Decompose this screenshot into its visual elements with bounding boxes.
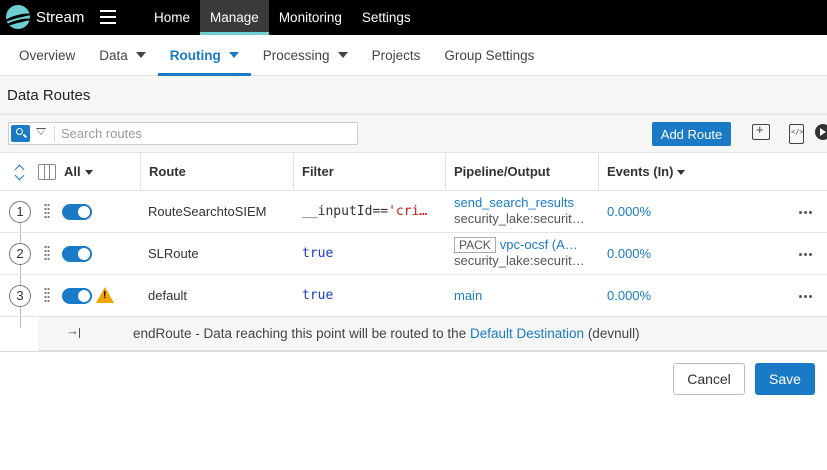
more-options-icon[interactable] bbox=[797, 203, 815, 221]
route-number: 1 bbox=[9, 201, 31, 223]
code-icon[interactable] bbox=[789, 124, 804, 144]
tab-label: Projects bbox=[371, 47, 421, 63]
caret-down-icon bbox=[337, 52, 348, 58]
save-button[interactable]: Save bbox=[755, 363, 815, 395]
output-name: security_lake:securit… bbox=[454, 211, 585, 226]
route-name: SLRoute bbox=[148, 246, 199, 261]
nav-manage[interactable]: Manage bbox=[200, 0, 269, 35]
search-box bbox=[8, 122, 358, 145]
play-icon[interactable] bbox=[815, 124, 827, 140]
route-filter: __inputId=='cri… bbox=[302, 204, 435, 219]
output-name: security_lake:securit… bbox=[454, 253, 585, 268]
pipeline-link[interactable]: main bbox=[454, 288, 594, 304]
nav-home[interactable]: Home bbox=[144, 0, 200, 35]
search-input[interactable] bbox=[61, 124, 351, 143]
more-options-icon[interactable] bbox=[797, 287, 815, 305]
page-title: Data Routes bbox=[7, 87, 91, 104]
header-pipeline: Pipeline/Output bbox=[445, 153, 550, 191]
route-filter: true bbox=[302, 246, 435, 261]
caret-down-icon bbox=[228, 52, 239, 58]
add-route-button[interactable]: Add Route bbox=[652, 122, 731, 146]
top-nav: Home Manage Monitoring Settings bbox=[144, 0, 421, 35]
events-sort[interactable]: Events (In) bbox=[598, 153, 686, 191]
end-route-icon bbox=[66, 323, 80, 338]
end-route-message: endRoute - Data reaching this point will… bbox=[133, 326, 467, 341]
caret-down-icon bbox=[84, 170, 93, 176]
search-icon[interactable] bbox=[11, 125, 30, 142]
tab-group-settings[interactable]: Group Settings bbox=[432, 35, 546, 75]
route-toggle[interactable] bbox=[62, 204, 92, 220]
events-in: 0.000% bbox=[607, 246, 652, 261]
route-name: RouteSearchtoSIEM bbox=[148, 204, 267, 219]
route-filter: true bbox=[302, 288, 435, 303]
route-name: default bbox=[148, 288, 188, 303]
filter-expression: __inputId== bbox=[302, 204, 389, 219]
header-route: Route bbox=[140, 153, 186, 191]
filter-expression: true bbox=[302, 246, 334, 261]
filter-string: 'cri… bbox=[388, 204, 428, 219]
caret-down-icon bbox=[135, 52, 146, 58]
nav-settings[interactable]: Settings bbox=[352, 0, 421, 35]
header-filter: Filter bbox=[293, 153, 334, 191]
divider bbox=[54, 125, 55, 142]
tab-label: Processing bbox=[262, 47, 330, 63]
divider bbox=[0, 351, 827, 352]
events-in: 0.000% bbox=[607, 288, 652, 303]
drag-handle-icon[interactable] bbox=[44, 287, 50, 303]
drag-handle-icon[interactable] bbox=[44, 245, 50, 261]
pipeline-link[interactable]: send_search_results bbox=[454, 195, 594, 211]
filter-expression: true bbox=[302, 288, 334, 303]
warning-icon: ! bbox=[96, 287, 114, 303]
page-header: Data Routes bbox=[0, 76, 827, 115]
route-toggle[interactable] bbox=[62, 288, 92, 304]
tab-label: Overview bbox=[19, 47, 76, 63]
events-in: 0.000% bbox=[607, 204, 652, 219]
route-number: 3 bbox=[9, 285, 31, 307]
caret-down-icon bbox=[677, 170, 686, 176]
end-route-suffix: (devnull) bbox=[587, 326, 640, 341]
tab-projects[interactable]: Projects bbox=[360, 35, 433, 75]
pack-badge: PACK bbox=[454, 237, 496, 253]
end-route-text: endRoute - Data reaching this point will… bbox=[133, 326, 640, 341]
default-destination-link[interactable]: Default Destination bbox=[470, 326, 584, 341]
pipeline-output: send_search_results security_lake:securi… bbox=[454, 195, 594, 227]
columns-icon[interactable] bbox=[38, 164, 56, 180]
table-row[interactable]: 3 ! default true main 0.000% bbox=[0, 275, 827, 317]
tab-label: Group Settings bbox=[444, 47, 535, 63]
tab-data[interactable]: Data bbox=[87, 35, 158, 75]
cancel-button[interactable]: Cancel bbox=[673, 363, 745, 395]
more-options-icon[interactable] bbox=[797, 245, 815, 263]
expand-collapse-icon[interactable] bbox=[14, 164, 26, 182]
pipeline-link[interactable]: vpc-ocsf (A… bbox=[500, 237, 578, 252]
drag-handle-icon[interactable] bbox=[44, 203, 50, 219]
table-row[interactable]: 2 SLRoute true PACK vpc-ocsf (A… security… bbox=[0, 233, 827, 275]
pipeline-output: PACK vpc-ocsf (A… security_lake:securit… bbox=[454, 237, 594, 269]
sub-nav: Overview Data Routing Processing Project… bbox=[0, 35, 827, 76]
end-route-row: endRoute - Data reaching this point will… bbox=[38, 317, 827, 351]
pipeline-output: main bbox=[454, 288, 594, 304]
tab-label: Data bbox=[99, 47, 128, 63]
tab-routing[interactable]: Routing bbox=[157, 35, 251, 76]
table-row[interactable]: 1 RouteSearchtoSIEM __inputId=='cri… sen… bbox=[0, 191, 827, 233]
brand-name: Stream bbox=[36, 9, 85, 26]
menu-icon[interactable] bbox=[100, 10, 116, 24]
route-number: 2 bbox=[9, 243, 31, 265]
top-bar: Stream Home Manage Monitoring Settings bbox=[0, 0, 827, 35]
filter-icon[interactable] bbox=[36, 128, 46, 135]
tab-overview[interactable]: Overview bbox=[7, 35, 87, 75]
header-all: All bbox=[64, 164, 81, 179]
tab-label: Routing bbox=[169, 47, 221, 63]
table-header: All Route Filter Pipeline/Output Events … bbox=[0, 153, 827, 191]
add-comment-icon[interactable] bbox=[752, 122, 770, 140]
header-events: Events (In) bbox=[607, 164, 674, 179]
tab-processing[interactable]: Processing bbox=[251, 35, 360, 75]
stream-logo-icon[interactable] bbox=[6, 5, 30, 29]
all-filter[interactable]: All bbox=[64, 153, 93, 191]
nav-monitoring[interactable]: Monitoring bbox=[269, 0, 352, 35]
route-toggle[interactable] bbox=[62, 246, 92, 262]
toolbar: Add Route bbox=[0, 115, 827, 153]
